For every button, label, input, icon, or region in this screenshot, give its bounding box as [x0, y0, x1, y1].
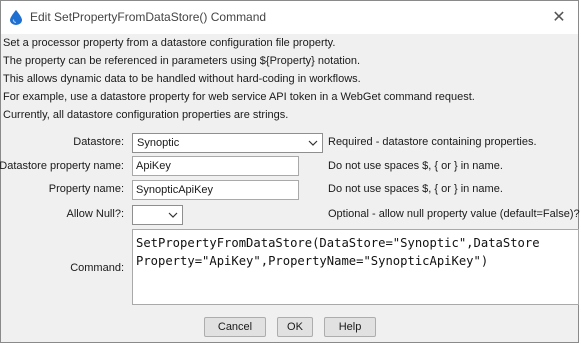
close-button[interactable]: ✕	[540, 1, 578, 33]
datastore-hint: Required - datastore containing properti…	[328, 136, 537, 148]
allow-null-hint: Optional - allow null property value (de…	[328, 208, 580, 220]
datastore-label: Datastore:	[73, 136, 124, 148]
chevron-down-icon	[308, 140, 318, 146]
description-line-4: For example, use a datastore property fo…	[3, 91, 475, 103]
datastore-property-hint: Do not use spaces $, { or } in name.	[328, 160, 503, 172]
command-label: Command:	[70, 262, 124, 274]
datastore-property-label: Datastore property name:	[0, 160, 124, 172]
description-line-3: This allows dynamic data to be handled w…	[3, 73, 361, 85]
command-line-2: Property="ApiKey",PropertyName="Synoptic…	[136, 254, 489, 268]
cancel-button[interactable]: Cancel	[204, 317, 266, 337]
description-line-2: The property can be referenced in parame…	[3, 55, 361, 67]
ok-button[interactable]: OK	[277, 317, 313, 337]
window-title: Edit SetPropertyFromDataStore() Command	[30, 10, 267, 24]
chevron-down-icon	[168, 212, 178, 218]
datastore-select-value: Synoptic	[137, 137, 180, 149]
help-button[interactable]: Help	[324, 317, 376, 337]
close-icon: ✕	[552, 9, 566, 26]
allow-null-label: Allow Null?:	[66, 208, 124, 220]
title-bar[interactable]: Edit SetPropertyFromDataStore() Command …	[1, 1, 578, 35]
description-line-5: Currently, all datastore configuration p…	[3, 109, 289, 121]
water-drop-icon	[10, 10, 22, 25]
datastore-property-field[interactable]: ApiKey	[132, 156, 299, 176]
datastore-select[interactable]: Synoptic	[132, 133, 323, 153]
description-line-1: Set a processor property from a datastor…	[3, 37, 336, 49]
property-name-field[interactable]: SynopticApiKey	[132, 180, 299, 200]
property-name-label: Property name:	[48, 183, 124, 195]
property-name-hint: Do not use spaces $, { or } in name.	[328, 183, 503, 195]
command-textarea[interactable]: SetPropertyFromDataStore(DataStore="Syno…	[132, 229, 579, 305]
command-line-1: SetPropertyFromDataStore(DataStore="Syno…	[136, 236, 540, 250]
dialog-window: Edit SetPropertyFromDataStore() Command …	[0, 0, 580, 343]
allow-null-select[interactable]	[132, 205, 183, 225]
